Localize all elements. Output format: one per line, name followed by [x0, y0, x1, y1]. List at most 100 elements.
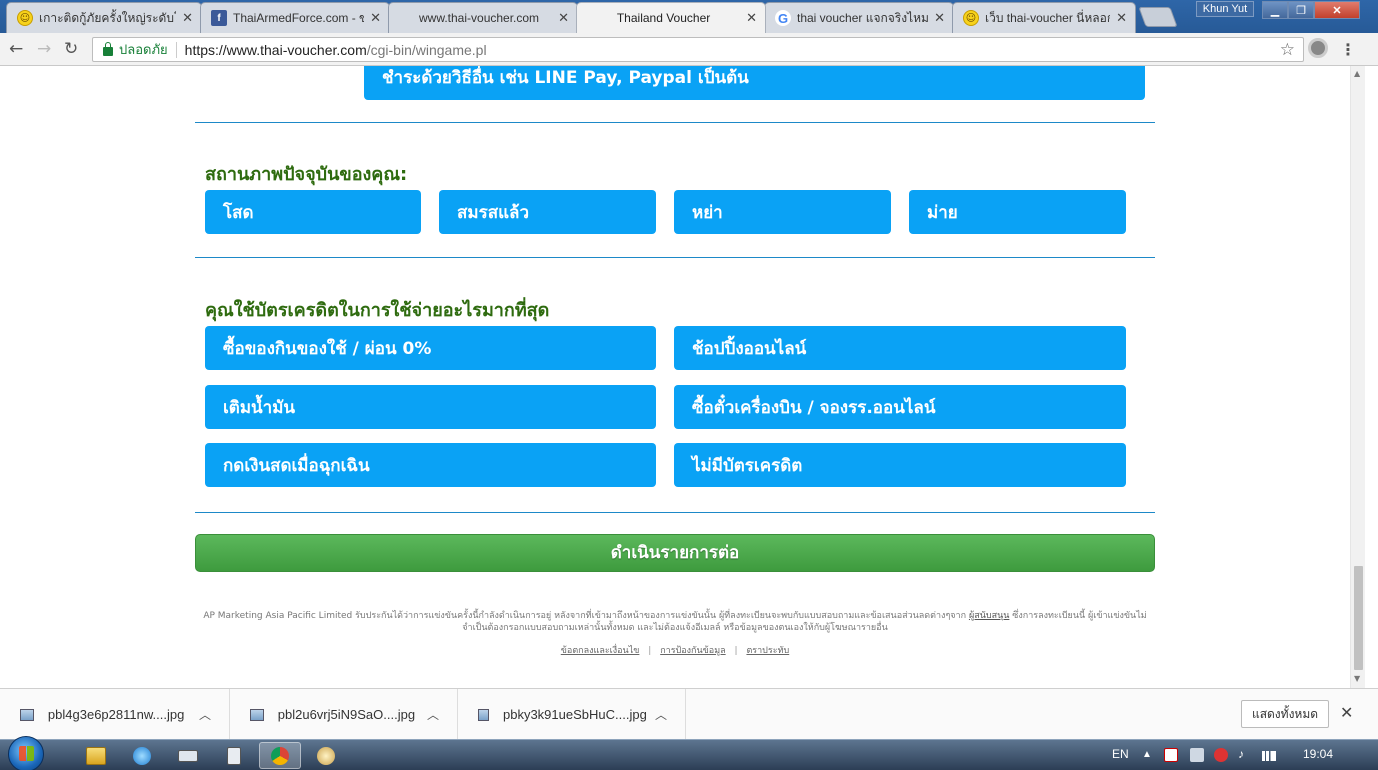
tab-title: ThaiArmedForce.com - ข่ — [233, 10, 365, 25]
clock[interactable]: 19:04 — [1303, 747, 1333, 761]
chevron-up-icon[interactable]: ︿ — [655, 706, 667, 723]
signal-icon[interactable] — [1262, 751, 1276, 761]
status-option-married[interactable]: สมรสแล้ว — [439, 190, 656, 234]
download-item[interactable]: pbky3k91ueSbHuC....jpg ︿ — [458, 689, 686, 740]
close-icon[interactable]: ✕ — [558, 10, 569, 26]
language-indicator[interactable]: EN — [1112, 747, 1129, 761]
continue-button[interactable]: ดำเนินรายการต่อ — [195, 534, 1155, 572]
close-icon[interactable]: ✕ — [934, 10, 945, 26]
taskbar-calculator[interactable] — [213, 742, 255, 769]
action-center-icon[interactable] — [1190, 748, 1204, 762]
chevron-up-icon[interactable]: ︿ — [427, 706, 439, 723]
maximize-button[interactable]: ❐ — [1288, 1, 1314, 19]
download-item[interactable]: pbl4g3e6p2811nw....jpg ︿ — [0, 689, 230, 740]
sponsor-link[interactable]: ผู้สนับสนุน — [969, 611, 1009, 621]
close-icon[interactable]: ✕ — [370, 10, 381, 26]
back-icon[interactable]: ← — [9, 39, 23, 59]
secure-label: ปลอดภัย — [119, 42, 168, 57]
tab-title: www.thai-voucher.com — [419, 11, 540, 25]
windows-taskbar: EN ▲ ♪ 19:04 — [0, 736, 1378, 770]
bookmark-star-icon[interactable]: ☆ — [1280, 40, 1295, 60]
close-icon[interactable]: ✕ — [1340, 703, 1353, 723]
privacy-link[interactable]: การป้องกันข้อมูล — [660, 646, 725, 656]
status-option-divorced[interactable]: หย่า — [674, 190, 891, 234]
status-option-widowed[interactable]: ม่าย — [909, 190, 1126, 234]
tab-title: เกาะติดกู้ภัยครั้งใหญ่ระดับโลก — [39, 10, 176, 25]
download-shelf: pbl4g3e6p2811nw....jpg ︿ pbl2u6vrj5iN9Sa… — [0, 688, 1378, 740]
section-divider — [195, 257, 1155, 258]
terms-link[interactable]: ข้อตกลงและเงื่อนไข — [561, 646, 640, 656]
forward-icon[interactable]: → — [37, 39, 51, 59]
status-question: สถานภาพปัจจุบันของคุณ: — [205, 164, 408, 185]
url-path: /cgi-bin/wingame.pl — [366, 41, 487, 58]
close-window-button[interactable]: ✕ — [1314, 1, 1360, 19]
download-item[interactable]: pbl2u6vrj5iN9SaO....jpg ︿ — [230, 689, 458, 740]
show-all-downloads-button[interactable]: แสดงทั้งหมด — [1241, 700, 1329, 728]
taskbar-explorer[interactable] — [75, 742, 117, 769]
extension-icon[interactable] — [1308, 38, 1328, 58]
network-warning-icon[interactable] — [1164, 748, 1178, 762]
tab-6[interactable]: ☺ เว็บ thai-voucher นี่หลอกอ ✕ — [952, 2, 1136, 33]
smiley-icon: ☺ — [963, 10, 979, 26]
disclaimer-part-1: AP Marketing Asia Pacific Limited รับประ… — [203, 611, 967, 621]
credit-option-travel[interactable]: ซื้อตั๋วเครื่องบิน / จองรร.ออนไลน์ — [674, 385, 1126, 429]
download-filename: pbl4g3e6p2811nw....jpg — [47, 707, 185, 722]
taskbar-ie[interactable] — [121, 742, 163, 769]
payment-other-option[interactable]: ชำระด้วยวิธีอื่น เช่น LINE Pay, Paypal เ… — [364, 66, 1145, 100]
close-icon[interactable]: ✕ — [746, 10, 757, 26]
tab-title: thai voucher แจกจริงไหม — [797, 10, 929, 25]
taskbar-chrome[interactable] — [259, 742, 301, 769]
section-divider — [195, 122, 1155, 123]
scroll-up-icon[interactable]: ▲ — [1354, 69, 1360, 78]
link-separator: | — [648, 646, 652, 656]
credit-option-cash-advance[interactable]: กดเงินสดเมื่อฉุกเฉิน — [205, 443, 656, 487]
smiley-icon: ☺ — [17, 10, 33, 26]
security-icon[interactable] — [1214, 748, 1228, 762]
google-icon: G — [775, 10, 791, 26]
download-filename: pbky3k91ueSbHuC....jpg — [502, 707, 647, 722]
download-filename: pbl2u6vrj5iN9SaO....jpg — [277, 707, 416, 722]
credit-option-no-card[interactable]: ไม่มีบัตรเครดิต — [674, 443, 1126, 487]
calculator-icon — [227, 746, 241, 765]
close-icon[interactable]: ✕ — [1116, 10, 1127, 26]
close-icon[interactable]: ✕ — [182, 10, 193, 26]
tab-5[interactable]: G thai voucher แจกจริงไหม ✕ — [764, 2, 954, 33]
taskbar-keyboard[interactable] — [167, 742, 209, 769]
browser-toolbar: ← → ↻ ปลอดภัย https://www.thai-voucher.c… — [0, 33, 1378, 66]
tab-2[interactable]: f ThaiArmedForce.com - ข่ ✕ — [200, 2, 390, 33]
status-option-single[interactable]: โสด — [205, 190, 421, 234]
internet-explorer-icon — [133, 746, 151, 765]
credit-question: คุณใช้บัตรเครดิตในการใช้จ่ายอะไรมากที่สุ… — [205, 300, 550, 321]
tab-3[interactable]: www.thai-voucher.com ✕ — [388, 2, 578, 33]
menu-icon[interactable]: ⋮ — [1340, 40, 1356, 59]
address-bar[interactable]: ปลอดภัย https://www.thai-voucher.com /cg… — [92, 37, 1304, 62]
profile-badge[interactable]: Khun Yut — [1196, 1, 1254, 17]
divider — [175, 41, 177, 58]
footer-links: ข้อตกลงและเงื่อนไข | การป้องกันข้อมูล | … — [195, 643, 1155, 657]
disclaimer-text: AP Marketing Asia Pacific Limited รับประ… — [195, 610, 1155, 634]
new-tab-button[interactable] — [1138, 7, 1178, 27]
chevron-up-icon[interactable]: ︿ — [199, 706, 211, 723]
section-divider — [195, 512, 1155, 513]
tab-1[interactable]: ☺ เกาะติดกู้ภัยครั้งใหญ่ระดับโลก ✕ — [6, 2, 202, 33]
reload-icon[interactable]: ↻ — [64, 39, 78, 59]
start-button[interactable] — [8, 736, 44, 770]
credit-option-online-shopping[interactable]: ช้อปปิ้งออนไลน์ — [674, 326, 1126, 370]
page-scrollbar[interactable]: ▲ ▼ — [1350, 66, 1365, 688]
credit-option-groceries[interactable]: ซื้อของกินของใช้ / ผ่อน 0% — [205, 326, 656, 370]
tab-4-active[interactable]: Thailand Voucher ✕ — [576, 2, 766, 33]
taskbar-paint[interactable] — [305, 742, 347, 769]
browser-tab-strip: ☺ เกาะติดกู้ภัยครั้งใหญ่ระดับโลก ✕ f Tha… — [0, 0, 1378, 33]
tab-title: Thailand Voucher — [616, 11, 711, 25]
imprint-link[interactable]: ตราประทับ — [746, 646, 789, 656]
lock-icon — [103, 42, 113, 56]
scrollbar-thumb[interactable] — [1354, 566, 1363, 670]
credit-option-fuel[interactable]: เติมน้ำมัน — [205, 385, 656, 429]
minimize-button[interactable]: ▁ — [1262, 1, 1288, 19]
tray-expand-icon[interactable]: ▲ — [1142, 749, 1152, 760]
scroll-down-icon[interactable]: ▼ — [1354, 674, 1360, 683]
image-file-icon — [478, 708, 489, 721]
keyboard-icon — [178, 749, 198, 762]
url-host: https://www.thai-voucher.com — [184, 41, 367, 58]
volume-icon[interactable]: ♪ — [1238, 747, 1244, 761]
